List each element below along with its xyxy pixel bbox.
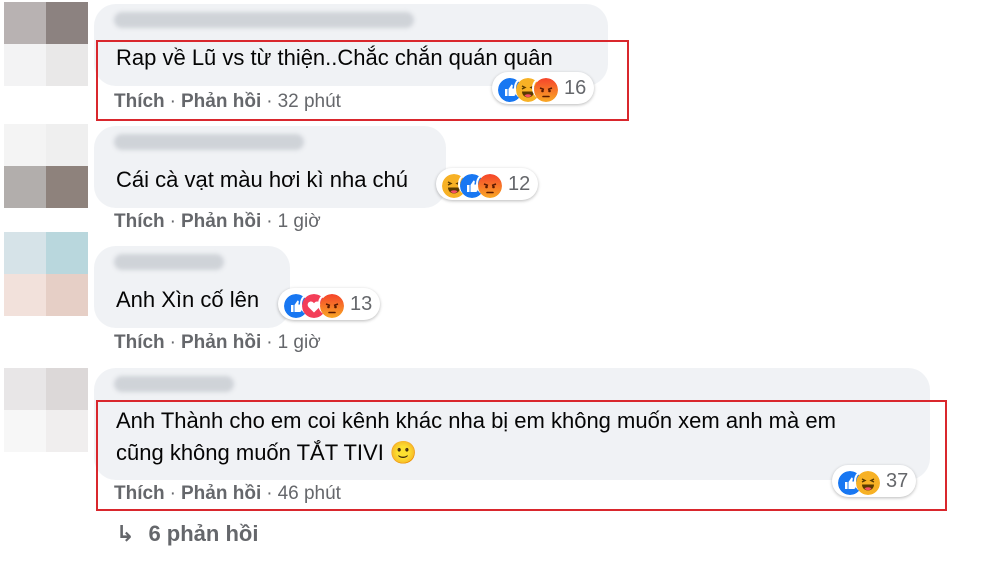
comment-text: Anh Xìn cố lên bbox=[116, 287, 260, 312]
reply-arrow-icon: ↳ bbox=[116, 521, 135, 546]
timestamp[interactable]: 1 giờ bbox=[278, 211, 321, 232]
reply-link[interactable]: Phản hồi bbox=[181, 332, 261, 353]
blurred-author-name bbox=[114, 134, 304, 150]
angry-icon bbox=[476, 172, 502, 198]
avatar[interactable] bbox=[4, 368, 88, 452]
comment-bubble: Anh Xìn cố lên bbox=[94, 246, 290, 328]
avatar[interactable] bbox=[4, 124, 88, 208]
highlight-box bbox=[96, 40, 629, 121]
reactions-summary[interactable]: 12 bbox=[436, 168, 539, 200]
reaction-count: 12 bbox=[508, 172, 531, 195]
comment-text: Cái cà vạt màu hơi kì nha chú bbox=[116, 167, 409, 192]
reply-link[interactable]: Phản hồi bbox=[181, 211, 261, 232]
view-replies-label: 6 phản hồi bbox=[148, 521, 259, 546]
blurred-author-name bbox=[114, 12, 414, 28]
reactions-summary[interactable]: 13 bbox=[278, 288, 381, 320]
like-link[interactable]: Thích bbox=[114, 332, 165, 353]
comment-bubble: Cái cà vạt màu hơi kì nha chú bbox=[94, 126, 446, 208]
reaction-count: 13 bbox=[350, 292, 373, 315]
highlight-box bbox=[96, 400, 947, 511]
avatar[interactable] bbox=[4, 2, 88, 86]
blurred-author-name bbox=[114, 254, 224, 270]
comment-actions: Thích · Phản hồi · 1 giờ bbox=[114, 332, 321, 353]
view-replies-link[interactable]: ↳ 6 phản hồi bbox=[116, 521, 258, 547]
like-link[interactable]: Thích bbox=[114, 211, 165, 232]
blurred-author-name bbox=[114, 376, 234, 392]
avatar[interactable] bbox=[4, 232, 88, 316]
angry-icon bbox=[318, 292, 344, 318]
comment-actions: Thích · Phản hồi · 1 giờ bbox=[114, 211, 321, 232]
timestamp[interactable]: 1 giờ bbox=[278, 332, 321, 353]
